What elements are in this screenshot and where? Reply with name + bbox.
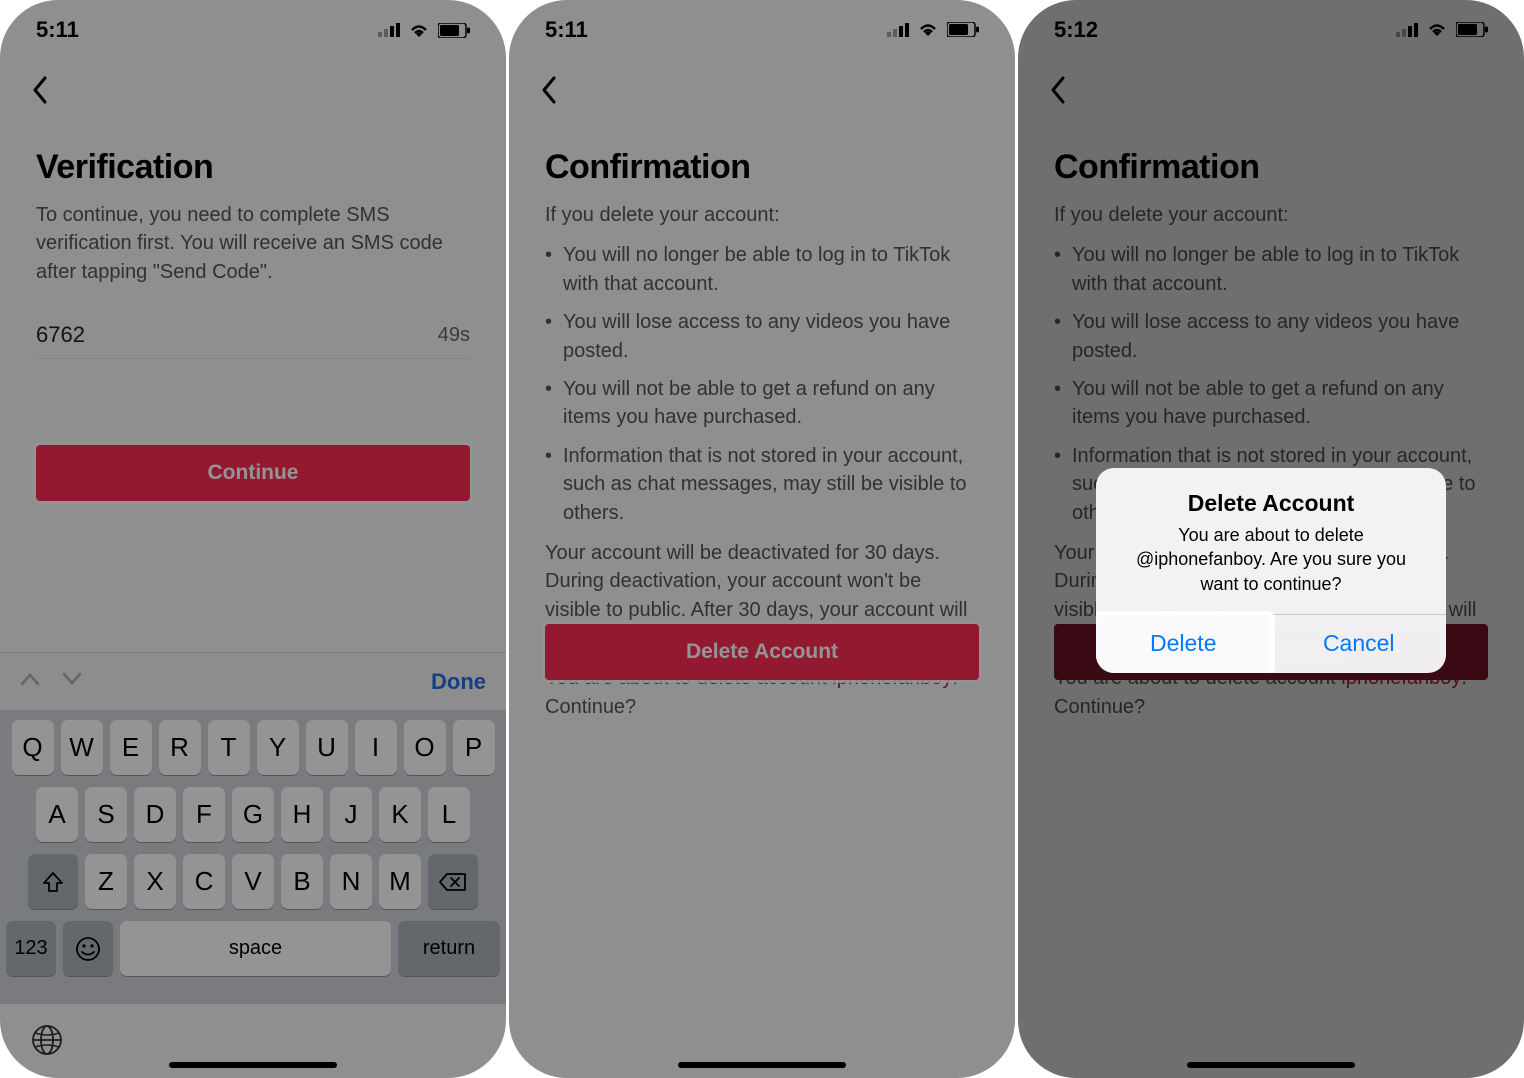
page-title: Confirmation [1054, 148, 1488, 187]
return-key[interactable]: return [398, 921, 500, 976]
status-bar: 5:11 [0, 0, 506, 60]
page-title: Verification [36, 148, 470, 187]
bullet-item: You will lose access to any videos you h… [545, 308, 979, 365]
screen-verification: 5:11 Verification To continue, you need … [0, 0, 506, 1078]
screen-confirmation: 5:11 Confirmation If you delete your acc… [509, 0, 1015, 1078]
globe-icon[interactable] [30, 1023, 66, 1059]
alert-title: Delete Account [1116, 490, 1426, 517]
home-indicator [169, 1062, 337, 1068]
wifi-icon [1426, 17, 1448, 43]
page-title: Confirmation [545, 148, 979, 187]
intro-text: If you delete your account: [545, 201, 979, 229]
key-v[interactable]: V [232, 854, 274, 909]
status-time: 5:11 [545, 17, 588, 43]
backspace-key[interactable] [428, 854, 478, 909]
battery-icon [438, 23, 470, 38]
key-m[interactable]: M [379, 854, 421, 909]
kb-prev-icon[interactable] [20, 672, 40, 691]
page-content: Verification To continue, you need to co… [36, 148, 470, 501]
home-indicator [678, 1062, 846, 1068]
status-icons [887, 17, 979, 43]
key-t[interactable]: T [208, 720, 250, 775]
status-time: 5:12 [1054, 17, 1098, 43]
back-button[interactable] [527, 68, 571, 112]
status-icons [378, 22, 470, 38]
key-n[interactable]: N [330, 854, 372, 909]
bullet-item: You will no longer be able to log in to … [545, 241, 979, 298]
key-z[interactable]: Z [85, 854, 127, 909]
key-l[interactable]: L [428, 787, 470, 842]
back-button[interactable] [18, 68, 62, 112]
alert-delete-button[interactable]: Delete [1096, 615, 1271, 673]
wifi-icon [917, 17, 939, 43]
key-d[interactable]: D [134, 787, 176, 842]
key-k[interactable]: K [379, 787, 421, 842]
key-i[interactable]: I [355, 720, 397, 775]
status-time: 5:11 [36, 17, 79, 43]
bullet-item: You will not be able to get a refund on … [545, 375, 979, 432]
key-x[interactable]: X [134, 854, 176, 909]
status-bar: 5:11 [509, 0, 1015, 60]
kb-next-icon[interactable] [62, 672, 82, 691]
keyboard: Done QWERTYUIOP ASDFGHJKL ZXCVBNM 123 sp… [0, 652, 506, 1078]
alert-message: You are about to delete @iphonefanboy. A… [1116, 523, 1426, 596]
key-a[interactable]: A [36, 787, 78, 842]
keyboard-toolbar: Done [0, 652, 506, 710]
key-b[interactable]: B [281, 854, 323, 909]
key-e[interactable]: E [110, 720, 152, 775]
home-indicator [1187, 1062, 1355, 1068]
continue-button[interactable]: Continue [36, 445, 470, 501]
key-r[interactable]: R [159, 720, 201, 775]
key-q[interactable]: Q [12, 720, 54, 775]
bullet-item: You will not be able to get a refund on … [1054, 375, 1488, 432]
cellular-icon [887, 17, 909, 43]
key-w[interactable]: W [61, 720, 103, 775]
key-u[interactable]: U [306, 720, 348, 775]
back-button[interactable] [1036, 68, 1080, 112]
page-description: To continue, you need to complete SMS ve… [36, 201, 470, 286]
code-input[interactable]: 6762 [36, 322, 85, 348]
bullet-item: You will no longer be able to log in to … [1054, 241, 1488, 298]
cellular-icon [1396, 17, 1418, 43]
key-j[interactable]: J [330, 787, 372, 842]
bullet-item: Information that is not stored in your a… [545, 442, 979, 527]
numbers-key[interactable]: 123 [6, 921, 56, 976]
status-bar: 5:12 [1018, 0, 1524, 60]
key-g[interactable]: G [232, 787, 274, 842]
bullet-item: You will lose access to any videos you h… [1054, 308, 1488, 365]
code-row: 6762 49s [36, 322, 470, 359]
delete-alert: Delete Account You are about to delete @… [1096, 468, 1446, 673]
battery-icon [1456, 17, 1488, 43]
status-icons [1396, 17, 1488, 43]
emoji-key[interactable] [63, 921, 113, 976]
resend-timer: 49s [438, 324, 470, 347]
screen-alert: 5:12 Confirmation If you delete your acc… [1018, 0, 1524, 1078]
cellular-icon [378, 23, 400, 37]
battery-icon [947, 17, 979, 43]
key-y[interactable]: Y [257, 720, 299, 775]
wifi-icon [408, 22, 430, 38]
key-f[interactable]: F [183, 787, 225, 842]
alert-cancel-button[interactable]: Cancel [1271, 615, 1447, 673]
shift-key[interactable] [28, 854, 78, 909]
delete-account-button[interactable]: Delete Account [545, 624, 979, 680]
space-key[interactable]: space [120, 921, 391, 976]
key-o[interactable]: O [404, 720, 446, 775]
key-s[interactable]: S [85, 787, 127, 842]
kb-done-button[interactable]: Done [431, 669, 486, 695]
intro-text: If you delete your account: [1054, 201, 1488, 229]
key-h[interactable]: H [281, 787, 323, 842]
key-c[interactable]: C [183, 854, 225, 909]
key-p[interactable]: P [453, 720, 495, 775]
